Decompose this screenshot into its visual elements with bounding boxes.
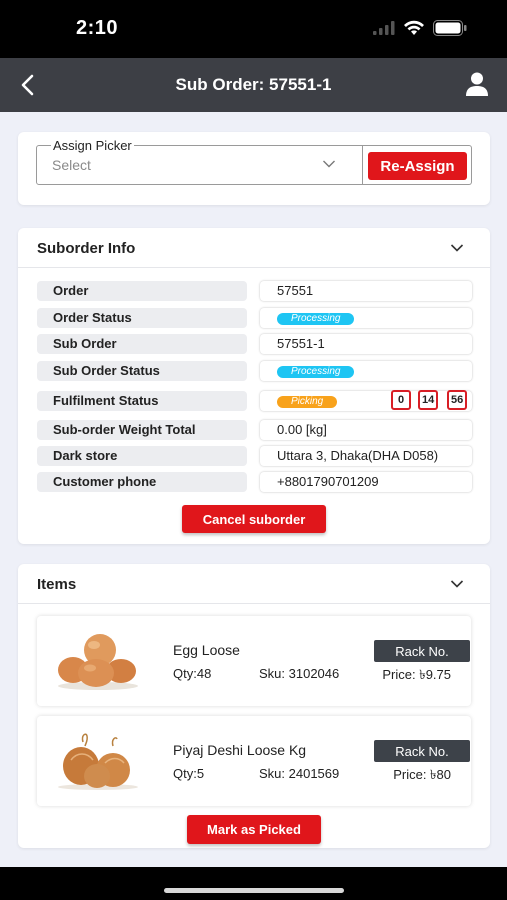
info-value: Processing [260,361,472,381]
reassign-button[interactable]: Re-Assign [368,152,467,180]
item-name: Piyaj Deshi Loose Kg [173,742,307,758]
item-qty: Qty:5 [173,766,205,781]
user-profile-icon[interactable] [465,71,489,97]
suborder-info-title: Suborder Info [37,240,136,257]
info-row-sub-order-status: Sub Order Status Processing [37,361,473,382]
item-name: Egg Loose [173,642,240,658]
assign-picker-card: Assign Picker Select Re-Assign [18,132,490,205]
cancel-suborder-button[interactable]: Cancel suborder [182,505,326,533]
info-label: Fulfilment Status [37,391,247,411]
rack-number-button[interactable]: Rack No. [374,640,470,662]
status-icons [373,20,467,36]
suborder-info-card: Suborder Info Order 57551 Order Status P… [18,228,490,544]
item-sku: Sku: 2401569 [259,766,340,781]
info-value: Processing [260,308,472,328]
status-badge: Picking [277,395,338,408]
info-row-customer-phone: Customer phone +8801790701209 [37,472,473,493]
bottom-bar [0,867,507,900]
mark-as-picked-button[interactable]: Mark as Picked [187,815,321,844]
info-label: Sub Order Status [37,361,247,381]
list-item: Egg Loose Qty:48 Sku: 3102046 Price: ৳9.… [37,616,471,706]
item-sku: Sku: 3102046 [259,666,340,681]
home-indicator[interactable] [164,888,344,893]
assign-picker-select[interactable]: Assign Picker Select [36,139,363,185]
info-label: Order Status [37,308,247,328]
info-label: Sub-order Weight Total [37,420,247,440]
timer-seconds: 56 [447,390,468,410]
page-content: Assign Picker Select Re-Assign Suborder … [0,112,507,867]
info-row-order-status: Order Status Processing [37,308,473,329]
info-label: Sub Order [37,334,247,354]
chevron-down-icon [323,160,335,168]
battery-icon [433,20,467,36]
info-label: Customer phone [37,472,247,492]
items-card: Items Egg Loose Qty:48 Sku: 3102046 Pric… [18,564,490,848]
info-row-weight-total: Sub-order Weight Total 0.00 [kg] [37,420,473,441]
info-row-sub-order: Sub Order 57551-1 [37,334,473,355]
onions-image [58,733,138,790]
status-badge: Processing [277,365,355,378]
items-title: Items [37,576,77,593]
chevron-down-icon[interactable] [450,243,464,253]
eggs-image [58,634,138,690]
list-item: Piyaj Deshi Loose Kg Qty:5 Sku: 2401569 … [37,716,471,806]
info-row-order: Order 57551 [37,281,473,302]
suborder-info-header[interactable]: Suborder Info [18,228,490,268]
chevron-down-icon[interactable] [450,579,464,589]
cellular-signal-icon [373,21,395,35]
item-qty: Qty:48 [173,666,212,681]
assign-picker-placeholder: Select [52,157,91,173]
item-price: Price: ৳9.75 [382,667,451,682]
info-row-dark-store: Dark store Uttara 3, Dhaka(DHA D058) [37,446,473,467]
timer-hours: 0 [391,390,411,410]
wifi-icon [404,20,424,35]
info-label: Dark store [37,446,247,466]
info-value: Picking 0 14 56 [260,390,472,411]
items-header[interactable]: Items [18,564,490,604]
timer-minutes: 14 [418,390,439,410]
assign-picker-label: Assign Picker [51,138,134,153]
info-value: 57551 [260,281,472,301]
top-nav-bar: Sub Order: 57551-1 [0,58,507,112]
status-bar: 2:10 [0,0,507,58]
status-time: 2:10 [76,17,119,39]
status-badge: Processing [277,312,355,325]
reassign-button-container: Re-Assign [363,145,472,185]
info-value: 0.00 [kg] [260,420,472,440]
info-row-fulfilment-status: Fulfilment Status Picking 0 14 56 [37,390,473,412]
page-title: Sub Order: 57551-1 [175,75,332,94]
item-price: Price: ৳80 [393,767,451,782]
info-value: +8801790701209 [260,472,472,492]
info-label: Order [37,281,247,301]
info-value: 57551-1 [260,334,472,354]
rack-number-button[interactable]: Rack No. [374,740,470,762]
info-value: Uttara 3, Dhaka(DHA D058) [260,446,472,466]
